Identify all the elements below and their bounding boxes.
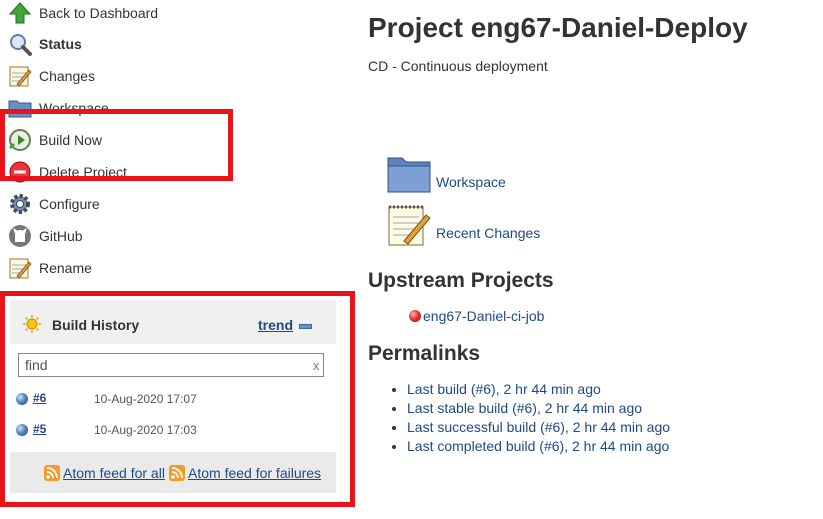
rss-icon [44, 465, 60, 481]
build-status-ball-icon [16, 393, 28, 405]
build-row: #6 10-Aug-2020 17:07 [10, 384, 336, 414]
build-number-link[interactable]: #5 [33, 422, 46, 436]
up-arrow-icon [8, 1, 32, 25]
build-history-title: Build History [52, 317, 140, 333]
task-label: Delete Project [39, 164, 127, 180]
upstream-projects-heading: Upstream Projects [368, 269, 554, 292]
trend-icon[interactable] [299, 324, 312, 329]
build-history-header: Build History trend [10, 300, 336, 344]
list-item: Last build (#6), 2 hr 44 min ago [407, 380, 670, 399]
build-row: #5 10-Aug-2020 17:03 [10, 415, 336, 445]
build-status-ball-icon [16, 424, 28, 436]
task-label: Back to Dashboard [39, 5, 159, 21]
sun-weather-icon [22, 314, 42, 339]
page-title: Project eng67-Daniel-Deploy [368, 12, 748, 43]
folder-icon [8, 96, 32, 120]
task-label: Workspace [39, 100, 109, 116]
list-item: Last completed build (#6), 2 hr 44 min a… [407, 437, 670, 456]
list-item: Last stable build (#6), 2 hr 44 min ago [407, 399, 670, 418]
task-delete-project[interactable]: Delete Project [8, 159, 127, 185]
list-item: Last successful build (#6), 2 hr 44 min … [407, 418, 670, 437]
recent-changes-item: Recent Changes [386, 203, 540, 247]
permalinks-heading: Permalinks [368, 342, 481, 365]
task-workspace[interactable]: Workspace [8, 95, 109, 121]
github-icon [8, 224, 32, 248]
gear-icon [8, 192, 32, 216]
build-history-panel: Build History trend x #6 10-Aug-2020 17:… [10, 300, 336, 493]
clock-play-icon [8, 128, 32, 152]
build-history-footer: Atom feed for all Atom feed for failures [10, 452, 336, 493]
workspace-link[interactable]: Workspace [436, 174, 506, 190]
recent-changes-link[interactable]: Recent Changes [436, 225, 540, 241]
rss-icon [169, 465, 185, 481]
task-label: Rename [39, 260, 92, 276]
task-label: Changes [39, 68, 96, 84]
build-number-link[interactable]: #6 [33, 391, 46, 405]
task-label: Configure [39, 196, 100, 212]
atom-feed-failures-link[interactable]: Atom feed for failures [169, 465, 321, 481]
magnifier-icon [8, 32, 32, 56]
failed-status-ball-icon [409, 310, 421, 322]
permalink-last-stable-build[interactable]: Last stable build (#6), 2 hr 44 min ago [407, 400, 642, 416]
notepad-icon [8, 64, 32, 88]
atom-feed-all-label: Atom feed for all [63, 465, 165, 481]
workspace-item: Workspace [386, 152, 506, 196]
project-description: CD - Continuous deployment [368, 58, 548, 74]
atom-feed-all-link[interactable]: Atom feed for all [44, 465, 165, 481]
permalink-last-completed-build[interactable]: Last completed build (#6), 2 hr 44 min a… [407, 438, 669, 454]
build-date: 10-Aug-2020 17:07 [94, 392, 197, 406]
task-build-now[interactable]: Build Now [8, 127, 102, 153]
build-history-body: x #6 10-Aug-2020 17:07 #5 10-Aug-2020 17… [10, 344, 336, 452]
delete-icon [8, 160, 32, 184]
atom-feed-failures-label: Atom feed for failures [188, 465, 322, 481]
search-clear-button[interactable]: x [313, 358, 320, 373]
task-status[interactable]: Status [8, 31, 82, 57]
task-back-to-dashboard[interactable]: Back to Dashboard [8, 0, 158, 26]
permalink-last-build[interactable]: Last build (#6), 2 hr 44 min ago [407, 381, 601, 397]
task-configure[interactable]: Configure [8, 191, 100, 217]
task-changes[interactable]: Changes [8, 63, 95, 89]
task-github[interactable]: GitHub [8, 223, 83, 249]
build-search-input[interactable] [18, 353, 324, 377]
task-label: GitHub [39, 228, 83, 244]
task-label: Status [39, 36, 82, 52]
notepad-icon [386, 203, 432, 247]
trend-link[interactable]: trend [258, 317, 293, 333]
upstream-project-item: eng67-Daniel-ci-job [409, 308, 544, 324]
permalinks-list: Last build (#6), 2 hr 44 min ago Last st… [392, 380, 670, 456]
task-label: Build Now [39, 132, 103, 148]
folder-icon [386, 152, 432, 196]
notepad-icon [8, 256, 32, 280]
task-rename[interactable]: Rename [8, 255, 92, 281]
build-date: 10-Aug-2020 17:03 [94, 423, 197, 437]
upstream-project-link[interactable]: eng67-Daniel-ci-job [423, 308, 544, 324]
permalink-last-successful-build[interactable]: Last successful build (#6), 2 hr 44 min … [407, 419, 670, 435]
